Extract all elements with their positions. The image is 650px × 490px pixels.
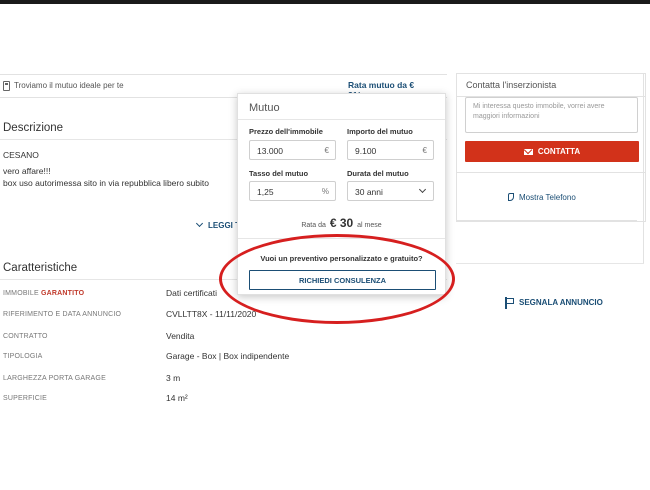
importo-value: 9.100 [355,146,377,156]
feature-label: RIFERIMENTO E DATA ANNUNCIO [3,311,122,318]
durata-value: 30 anni [355,187,383,197]
prezzo-label: Prezzo dell'immobile [249,127,323,136]
richiedi-consulenza-button[interactable]: RICHIEDI CONSULENZA [249,270,436,290]
feature-row: LARGHEZZA PORTA GARAGE 3 m [3,373,443,387]
rata-prefix: Rata da [301,222,326,229]
contact-panel: Contatta l'inserzionista Mi interessa qu… [456,73,646,222]
prezzo-input[interactable]: 13.000 € [249,140,336,160]
mutuo-popup: Mutuo Prezzo dell'immobile 13.000 € Impo… [237,93,446,295]
mostra-telefono-link[interactable]: Mostra Telefono [508,192,576,202]
descrizione-line-1: CESANO [3,150,39,160]
phone-icon [508,193,514,201]
top-bar [0,0,650,4]
calculator-icon [3,81,10,91]
chevron-down-icon [195,219,204,228]
feature-value: Garage - Box | Box indipendente [166,351,290,361]
contatta-label: CONTATTA [537,147,581,156]
segnala-label: SEGNALA ANNUNCIO [519,298,603,307]
right-border [643,73,644,263]
contact-divider [457,220,637,221]
feature-row: CONTRATTO Vendita [3,331,443,345]
feature-row: TIPOLOGIA Garage - Box | Box indipendent… [3,351,443,365]
durata-label: Durata del mutuo [347,169,409,178]
garantito-badge: GARANTITO [40,290,85,297]
tasso-input[interactable]: 1,25 % [249,181,336,201]
descrizione-title: Descrizione [3,122,64,134]
durata-select[interactable]: 30 anni [347,181,434,201]
caratteristiche-title: Caratteristiche [3,262,78,274]
feature-label: CONTRATTO [3,333,48,340]
rata-amount: € 30 [329,216,354,230]
euro-unit: € [422,146,427,155]
feature-value: 3 m [166,373,181,383]
mostra-telefono-label: Mostra Telefono [519,193,576,202]
segnala-annuncio-link[interactable]: SEGNALA ANNUNCIO [505,297,603,309]
feature-row: SUPERFICIE 14 m² [3,393,443,407]
descrizione-line-2: vero affare!!! [3,166,51,176]
popup-divider [238,238,445,239]
rata-summary: Rata da € 30 al mese [238,216,445,230]
rata-suffix: al mese [357,222,382,229]
flag-icon [505,297,514,309]
importo-label: Importo del mutuo [347,127,413,136]
feature-label: LARGHEZZA PORTA GARAGE [3,375,106,382]
percent-unit: % [321,187,329,196]
feature-value: 14 m² [166,393,188,403]
feature-value: Vendita [166,331,195,341]
right-divider [456,263,644,264]
importo-input[interactable]: 9.100 € [347,140,434,160]
contact-title: Contatta l'inserzionista [466,80,557,90]
popup-divider [238,119,445,120]
mutuo-bar-text: Troviamo il mutuo ideale per te [14,81,124,90]
message-input[interactable]: Mi interessa questo immobile, vorrei ave… [465,97,638,133]
feature-label: SUPERFICIE [3,395,48,402]
feature-value: Dati certificati [166,288,218,298]
descrizione-line-3: box uso autorimessa sito in via repubbli… [3,178,210,188]
chevron-down-icon [418,185,427,194]
euro-unit: € [324,146,329,155]
feature-value: CVLLTT8X - 11/11/2020 [166,309,257,319]
mail-icon [523,148,533,155]
tasso-value: 1,25 [257,187,274,197]
contatta-button[interactable]: CONTATTA [465,141,639,162]
feature-row: RIFERIMENTO E DATA ANNUNCIO CVLLTT8X - 1… [3,309,443,323]
contact-divider [457,172,645,173]
popup-title: Mutuo [249,102,280,114]
feature-label: IMMOBILE GARANTITO [3,290,85,297]
feature-label: TIPOLOGIA [3,353,43,360]
tasso-label: Tasso del mutuo [249,169,309,178]
preventivo-text: Vuoi un preventivo personalizzato e grat… [260,254,423,263]
prezzo-value: 13.000 [257,146,283,156]
